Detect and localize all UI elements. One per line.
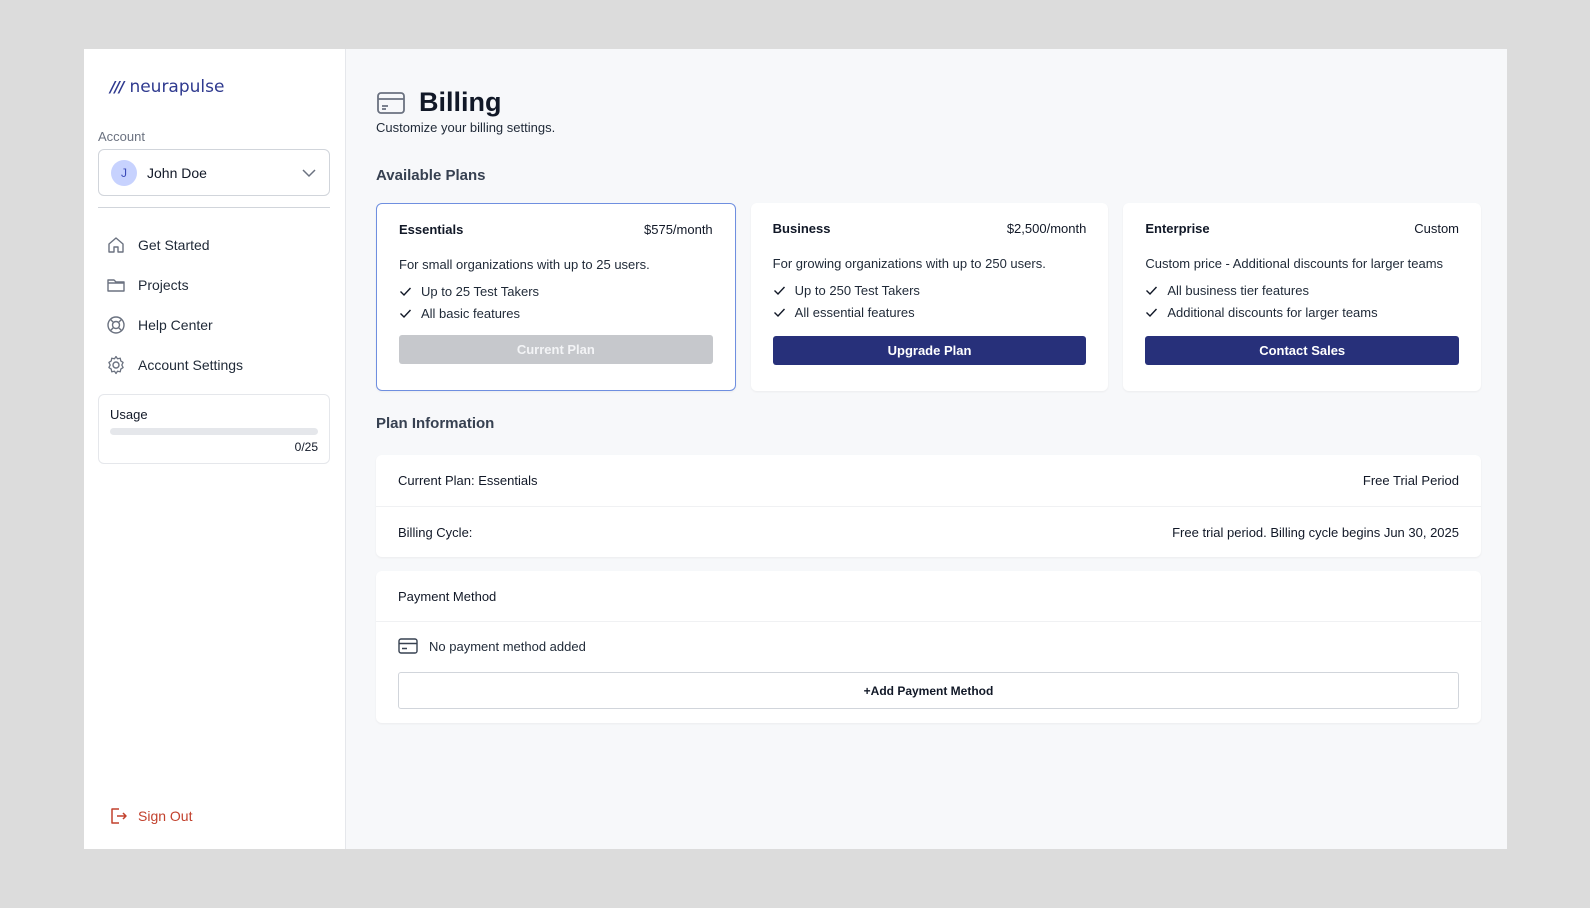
plan-description: Custom price - Additional discounts for … xyxy=(1145,256,1444,271)
plan-name: Business xyxy=(772,221,831,236)
current-plan-button: Current Plan xyxy=(399,335,713,364)
usage-progress-bar xyxy=(110,428,318,435)
plan-description: For growing organizations with up to 250… xyxy=(772,256,1046,271)
add-payment-method-button[interactable]: +Add Payment Method xyxy=(398,672,1459,709)
plan-name: Enterprise xyxy=(1145,221,1210,236)
plan-feature-label: Up to 25 Test Takers xyxy=(421,284,540,299)
plan-description: For small organizations with up to 25 us… xyxy=(399,257,650,272)
sidebar-nav: Get Started Projects Help Center Account… xyxy=(106,225,330,385)
plan-price: $575/month xyxy=(644,222,713,237)
plan-feature: Up to 25 Test Takers xyxy=(399,284,713,299)
logo-text: neurapulse xyxy=(129,77,225,97)
sidebar-item-account-settings[interactable]: Account Settings xyxy=(106,345,330,385)
check-icon xyxy=(773,286,785,296)
sidebar-item-label: Account Settings xyxy=(138,357,244,373)
folder-icon xyxy=(107,279,125,292)
page-header: Billing xyxy=(376,87,502,118)
credit-card-icon xyxy=(377,91,405,114)
sidebar: /// neurapulse Account J John Doe Get St… xyxy=(84,49,346,849)
chevron-down-icon xyxy=(302,168,316,177)
check-icon xyxy=(1146,286,1158,296)
plan-feature-label: Up to 250 Test Takers xyxy=(794,283,920,298)
plan-feature-label: All basic features xyxy=(421,306,520,321)
credit-card-icon xyxy=(398,638,418,654)
logo[interactable]: /// neurapulse xyxy=(110,77,224,97)
sidebar-item-label: Help Center xyxy=(138,317,213,333)
billing-cycle-row: Billing Cycle: Free trial period. Billin… xyxy=(376,506,1481,557)
plan-card-business: Business $2,500/month For growing organi… xyxy=(750,203,1109,391)
sign-out-icon xyxy=(111,808,127,824)
plan-card-essentials: Essentials $575/month For small organiza… xyxy=(376,203,736,391)
billing-cycle-label: Billing Cycle: xyxy=(398,524,473,540)
check-icon xyxy=(773,308,785,318)
usage-label: Usage xyxy=(110,407,148,422)
sidebar-item-label: Get Started xyxy=(138,237,210,253)
check-icon xyxy=(1146,308,1158,318)
sidebar-item-projects[interactable]: Projects xyxy=(106,265,330,305)
main-content: Billing Customize your billing settings.… xyxy=(346,49,1507,849)
logo-mark: /// xyxy=(110,78,124,96)
sign-out-label: Sign Out xyxy=(138,808,193,824)
account-name: John Doe xyxy=(147,164,207,181)
plan-feature-label: Additional discounts for larger teams xyxy=(1167,305,1378,320)
plan-feature: Additional discounts for larger teams xyxy=(1145,305,1459,320)
plan-card-enterprise: Enterprise Custom Custom price - Additio… xyxy=(1123,203,1482,391)
plan-feature-label: All business tier features xyxy=(1167,283,1309,298)
plans-list: Essentials $575/month For small organiza… xyxy=(376,203,1482,391)
sidebar-divider xyxy=(98,207,330,208)
payment-empty-state: No payment method added xyxy=(376,637,1481,655)
plan-feature-label: All essential features xyxy=(794,305,915,320)
plan-feature: All essential features xyxy=(773,305,1087,320)
available-plans-heading: Available Plans xyxy=(376,167,486,184)
sidebar-item-get-started[interactable]: Get Started xyxy=(106,225,330,265)
lifebuoy-icon xyxy=(107,316,125,334)
plan-information-heading: Plan Information xyxy=(376,415,495,432)
gear-icon xyxy=(108,355,124,375)
account-selector[interactable]: J John Doe xyxy=(98,149,330,196)
plan-name: Essentials xyxy=(399,222,464,237)
home-icon xyxy=(108,237,124,253)
check-icon xyxy=(400,287,412,297)
sidebar-item-help-center[interactable]: Help Center xyxy=(106,305,330,345)
plan-information-card: Current Plan: Essentials Free Trial Peri… xyxy=(376,455,1481,557)
contact-sales-button[interactable]: Contact Sales xyxy=(1145,336,1460,365)
usage-card: Usage 0/25 xyxy=(98,394,330,464)
account-label: Account xyxy=(98,129,145,144)
sidebar-item-label: Projects xyxy=(138,277,189,293)
usage-count: 0/25 xyxy=(294,440,318,454)
plan-feature: Up to 250 Test Takers xyxy=(773,283,1087,298)
current-plan-row: Current Plan: Essentials Free Trial Peri… xyxy=(376,455,1481,506)
plan-price: Custom xyxy=(1414,221,1460,236)
plan-price: $2,500/month xyxy=(1006,221,1087,236)
upgrade-plan-button[interactable]: Upgrade Plan xyxy=(772,336,1087,365)
billing-cycle-value: Free trial period. Billing cycle begins … xyxy=(1172,524,1459,540)
current-plan-text: Current Plan: Essentials xyxy=(398,473,538,488)
payment-method-card: Payment Method No payment method added +… xyxy=(376,571,1481,723)
page-title: Billing xyxy=(419,87,502,117)
payment-empty-text: No payment method added xyxy=(429,638,586,654)
plan-feature: All basic features xyxy=(399,306,713,321)
page-subtitle: Customize your billing settings. xyxy=(376,120,556,135)
avatar: J xyxy=(111,159,137,186)
check-icon xyxy=(400,309,412,319)
trial-status-badge: Free Trial Period xyxy=(1362,473,1459,488)
plan-feature: All business tier features xyxy=(1145,283,1459,298)
app-window: /// neurapulse Account J John Doe Get St… xyxy=(84,49,1507,849)
sign-out-button[interactable]: Sign Out xyxy=(108,806,192,826)
payment-method-title: Payment Method xyxy=(376,571,1481,622)
